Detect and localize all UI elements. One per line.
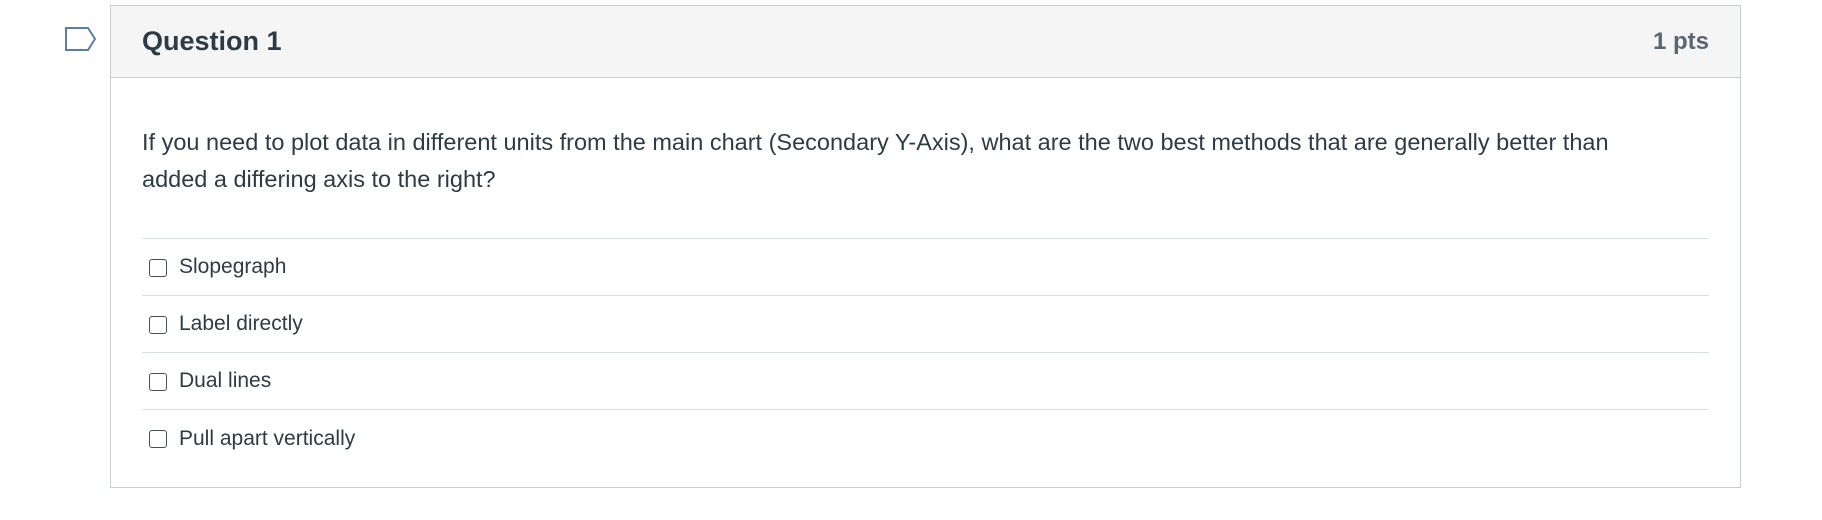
answer-checkbox[interactable] — [149, 430, 167, 448]
answer-label[interactable]: Dual lines — [179, 369, 271, 393]
question-title: Question 1 — [142, 26, 282, 56]
question-body: If you need to plot data in different un… — [111, 78, 1740, 467]
answer-option[interactable]: Label directly — [142, 296, 1709, 353]
question-points: 1 pts — [1652, 27, 1709, 55]
answer-list: Slopegraph Label directly Dual lines Pul… — [142, 238, 1709, 467]
question-text: If you need to plot data in different un… — [142, 129, 1609, 192]
answer-checkbox[interactable] — [149, 372, 167, 391]
flag-question-icon[interactable] — [64, 26, 98, 52]
question-card: Question 1 1 pts If you need to plot dat… — [110, 5, 1741, 488]
answer-option[interactable]: Pull apart vertically — [142, 410, 1709, 467]
answer-checkbox[interactable] — [149, 258, 167, 277]
answer-label[interactable]: Pull apart vertically — [179, 427, 355, 451]
answer-checkbox[interactable] — [149, 315, 167, 334]
answer-option[interactable]: Slopegraph — [142, 239, 1709, 296]
answer-label[interactable]: Label directly — [179, 312, 303, 336]
answer-label[interactable]: Slopegraph — [179, 255, 286, 279]
question-header: Question 1 1 pts — [111, 6, 1740, 78]
answer-option[interactable]: Dual lines — [142, 353, 1709, 410]
quiz-page: Question 1 1 pts If you need to plot dat… — [0, 0, 1822, 520]
